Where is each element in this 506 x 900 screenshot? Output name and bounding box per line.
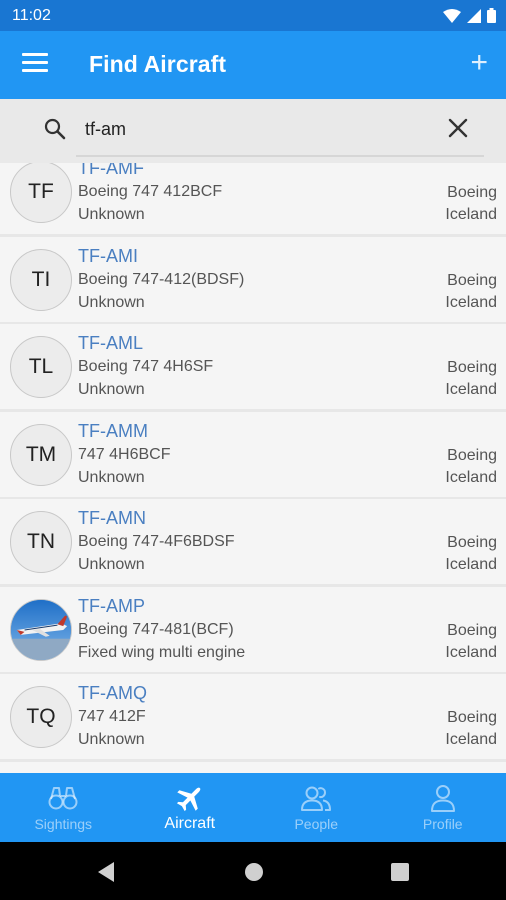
aircraft-category: Unknown xyxy=(78,468,145,486)
list-item[interactable]: TF-AMP Boeing 747-481(BCF) Fixed wing mu… xyxy=(0,586,506,672)
aircraft-category: Unknown xyxy=(78,556,145,573)
list-item[interactable]: TN TF-AMN Boeing 747-4F6BDSF Unknown Boe… xyxy=(0,499,506,584)
wifi-icon xyxy=(443,8,461,23)
search-bar xyxy=(0,99,506,163)
add-icon[interactable]: + xyxy=(470,48,488,78)
aircraft-country: Iceland xyxy=(445,206,497,223)
back-icon[interactable] xyxy=(96,861,116,883)
page-title: Find Aircraft xyxy=(89,51,227,77)
aircraft-manufacturer: Boeing xyxy=(447,184,497,201)
aircraft-registration[interactable]: TF-AMN xyxy=(78,508,146,529)
aircraft-model: 747 412F xyxy=(78,708,146,725)
aircraft-registration[interactable]: TF-AMF xyxy=(78,163,144,179)
system-nav-bar xyxy=(0,842,506,900)
list-item[interactable]: TL TF-AML Boeing 747 4H6SF Unknown Boein… xyxy=(0,324,506,409)
search-input[interactable] xyxy=(85,116,415,142)
list-item[interactable]: TQ TF-AMQ 747 412F Unknown Boeing Icelan… xyxy=(0,674,506,759)
nav-label: Sightings xyxy=(34,816,93,832)
avatar: TM xyxy=(10,423,72,486)
aircraft-category: Unknown xyxy=(78,206,145,223)
search-underline xyxy=(76,155,484,157)
nav-sightings[interactable]: Sightings xyxy=(0,773,127,842)
avatar: TN xyxy=(10,511,72,573)
bottom-nav: Sightings Aircraft People Profile xyxy=(0,773,506,842)
aircraft-registration[interactable]: TF-AML xyxy=(78,333,143,354)
aircraft-country: Iceland xyxy=(445,731,497,748)
nav-profile[interactable]: Profile xyxy=(380,773,506,842)
aircraft-category: Unknown xyxy=(78,731,145,748)
status-bar: 11:02 xyxy=(0,0,506,31)
people-icon xyxy=(300,783,332,813)
status-time: 11:02 xyxy=(12,6,51,24)
search-icon xyxy=(44,118,66,140)
aircraft-model: Boeing 747 4H6SF xyxy=(78,358,214,375)
nav-aircraft[interactable]: Aircraft xyxy=(127,773,254,842)
close-icon[interactable] xyxy=(447,117,469,139)
avatar: TI xyxy=(10,248,72,311)
menu-icon[interactable] xyxy=(22,53,48,75)
aircraft-photo xyxy=(10,598,72,661)
aircraft-manufacturer: Boeing xyxy=(447,359,497,376)
aircraft-manufacturer: Boeing xyxy=(447,446,497,464)
aircraft-manufacturer: Boeing xyxy=(447,621,497,639)
aircraft-list: TF TF-AMF Boeing 747 412BCF Unknown Boei… xyxy=(0,163,506,773)
aircraft-registration[interactable]: TF-AMQ xyxy=(78,683,147,704)
nav-label: People xyxy=(294,816,339,832)
aircraft-manufacturer: Boeing xyxy=(447,534,497,551)
airplane-photo xyxy=(11,599,71,660)
aircraft-country: Iceland xyxy=(445,556,497,573)
list-item[interactable]: TI TF-AMI Boeing 747-412(BDSF) Unknown B… xyxy=(0,236,506,322)
signal-icon xyxy=(467,8,481,23)
aircraft-registration[interactable]: TF-AMP xyxy=(78,596,145,617)
aircraft-registration[interactable]: TF-AMI xyxy=(78,246,138,267)
recents-icon[interactable] xyxy=(391,863,409,881)
aircraft-manufacturer: Boeing xyxy=(447,709,497,726)
person-icon xyxy=(429,783,457,813)
aircraft-category: Fixed wing multi engine xyxy=(78,643,246,661)
airplane-icon xyxy=(175,783,205,813)
aircraft-country: Iceland xyxy=(445,381,497,398)
nav-label: Profile xyxy=(422,816,463,832)
aircraft-category: Unknown xyxy=(78,293,145,311)
list-item[interactable] xyxy=(0,761,506,773)
aircraft-model: Boeing 747-412(BDSF) xyxy=(78,270,245,288)
home-icon[interactable] xyxy=(244,862,264,882)
aircraft-model: Boeing 747 412BCF xyxy=(78,183,223,200)
aircraft-country: Iceland xyxy=(445,468,497,486)
avatar: TF xyxy=(10,163,72,223)
avatar: TQ xyxy=(10,686,72,748)
aircraft-category: Unknown xyxy=(78,381,145,398)
status-icons xyxy=(443,8,496,23)
aircraft-manufacturer: Boeing xyxy=(447,271,497,289)
aircraft-model: 747 4H6BCF xyxy=(78,445,171,463)
aircraft-model: Boeing 747-4F6BDSF xyxy=(78,533,235,550)
app-bar: Find Aircraft + xyxy=(0,31,506,99)
aircraft-model: Boeing 747-481(BCF) xyxy=(78,620,234,638)
aircraft-registration[interactable]: TF-AMM xyxy=(78,421,148,442)
aircraft-country: Iceland xyxy=(445,643,497,661)
nav-label: Aircraft xyxy=(164,815,216,832)
nav-people[interactable]: People xyxy=(253,773,380,842)
aircraft-country: Iceland xyxy=(445,293,497,311)
battery-icon xyxy=(487,8,496,23)
list-item[interactable]: TM TF-AMM 747 4H6BCF Unknown Boeing Icel… xyxy=(0,411,506,497)
list-item[interactable]: TF TF-AMF Boeing 747 412BCF Unknown Boei… xyxy=(0,163,506,234)
avatar: TL xyxy=(10,336,72,398)
binoculars-icon xyxy=(48,783,78,813)
